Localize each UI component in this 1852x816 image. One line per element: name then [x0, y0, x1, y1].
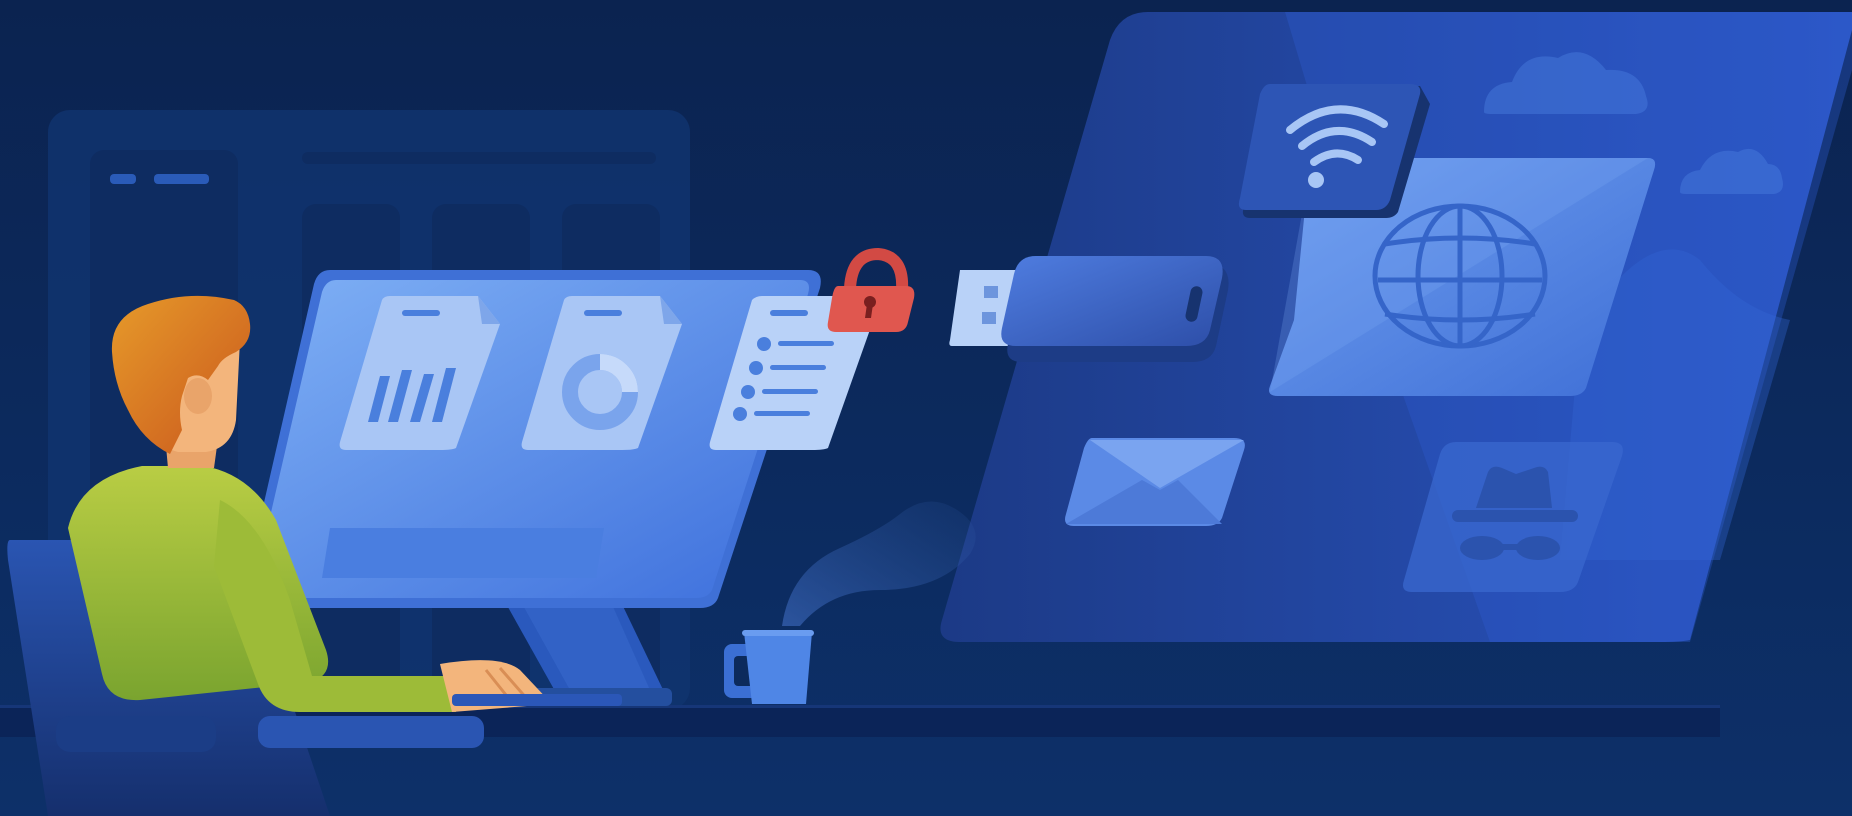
security-illustration [0, 0, 1852, 816]
chair-armrest [258, 716, 484, 748]
keyboard [452, 694, 622, 706]
wifi-dot [1308, 172, 1324, 188]
envelope-icon [1065, 438, 1245, 526]
